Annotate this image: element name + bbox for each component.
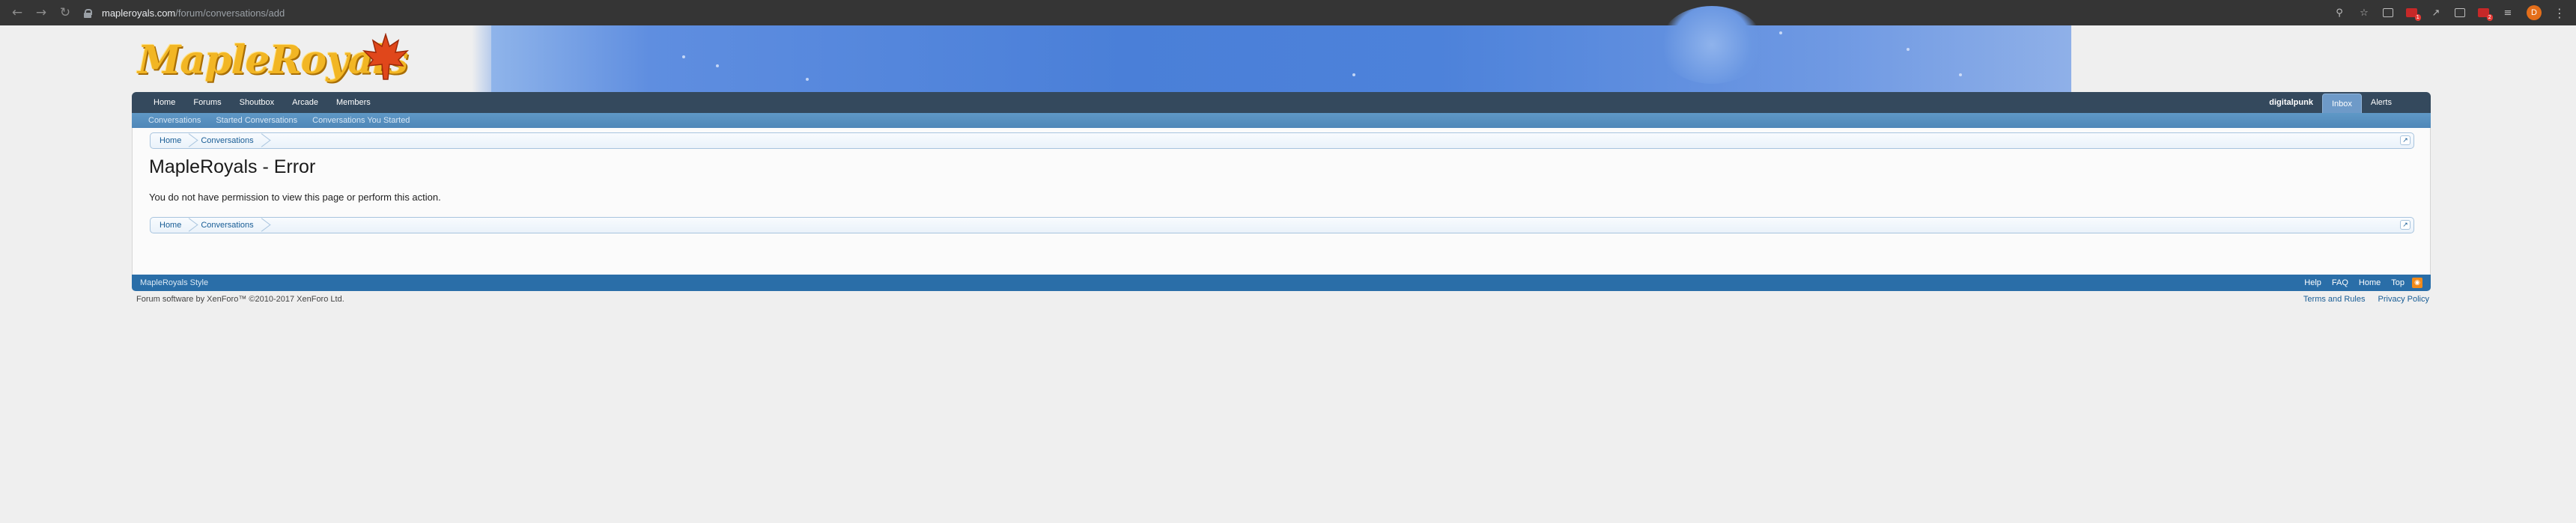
nav-user-name[interactable]: digitalpunk [2260, 92, 2322, 113]
browser-toolbar: ← → ↻ mapleroyals.com/forum/conversation… [0, 0, 2576, 25]
header-banner [472, 6, 2071, 93]
breadcrumb-home[interactable]: Home [151, 133, 192, 148]
site-header: MapleRoyals [132, 6, 2431, 93]
back-arrow-icon[interactable]: ← [9, 4, 25, 21]
page: MapleRoyals Home Forums Shoutbox Arcade … [0, 6, 2576, 523]
subnav-started-conversations[interactable]: Started Conversations [208, 116, 305, 125]
maple-leaf-icon [362, 33, 409, 80]
jump-to-icon[interactable]: ↗ [2400, 135, 2411, 145]
nav-tab-members[interactable]: Members [327, 92, 380, 113]
nav-tab-alerts[interactable]: Alerts [2362, 92, 2401, 113]
copyright-text: Forum software by XenForo™ ©2010-2017 Xe… [136, 295, 344, 304]
footer-link-help[interactable]: Help [2304, 278, 2321, 287]
jump-to-icon[interactable]: ↗ [2400, 220, 2411, 230]
sub-nav: Conversations Started Conversations Conv… [132, 113, 2431, 128]
style-chooser[interactable]: MapleRoyals Style [140, 278, 208, 287]
nav-tab-forums[interactable]: Forums [184, 92, 230, 113]
breadcrumb-top: Home Conversations ↗ [150, 132, 2414, 149]
nav-tab-shoutbox[interactable]: Shoutbox [231, 92, 283, 113]
rss-icon[interactable]: ◉ [2412, 278, 2422, 288]
breadcrumb-home[interactable]: Home [151, 218, 192, 233]
page-title: MapleRoyals - Error [149, 156, 316, 177]
site-logo[interactable]: MapleRoyals [138, 33, 452, 83]
privacy-link[interactable]: Privacy Policy [2378, 295, 2429, 304]
red-extension-icon[interactable]: 1 [2406, 8, 2421, 21]
breadcrumb-conversations[interactable]: Conversations [192, 218, 264, 233]
subnav-conversations[interactable]: Conversations [141, 116, 208, 125]
terms-link[interactable]: Terms and Rules [2303, 295, 2366, 304]
nav-tab-arcade[interactable]: Arcade [283, 92, 327, 113]
zoom-icon[interactable]: ⚲ [2333, 7, 2345, 19]
cast-icon[interactable] [2383, 8, 2393, 17]
reload-icon[interactable]: ↻ [57, 4, 73, 21]
playlist-icon[interactable]: ≡ [2502, 7, 2514, 19]
subnav-conversations-you-started[interactable]: Conversations You Started [305, 116, 417, 125]
red-badge-extension-icon[interactable]: 2 [2478, 8, 2493, 21]
star-bookmark-icon[interactable]: ☆ [2358, 7, 2370, 19]
breadcrumb-conversations[interactable]: Conversations [192, 133, 264, 148]
error-message: You do not have permission to view this … [149, 192, 441, 203]
footer-link-top[interactable]: Top [2391, 278, 2405, 287]
url-path: /forum/conversations/add [175, 7, 285, 19]
url-host: mapleroyals.com [102, 7, 176, 19]
menu-kebab-icon[interactable]: ⋮ [2554, 6, 2566, 20]
main-nav: Home Forums Shoutbox Arcade Members digi… [132, 92, 2431, 113]
footer-bar: MapleRoyals Style Help FAQ Home Top ◉ [132, 275, 2431, 291]
footer-link-faq[interactable]: FAQ [2332, 278, 2348, 287]
lock-icon [84, 8, 92, 18]
legal-row: Forum software by XenForo™ ©2010-2017 Xe… [136, 295, 2429, 304]
extensions-area: ⚲ ☆ 1 ↗ 2 ≡ D ⋮ [2333, 0, 2576, 25]
main-content: Home Conversations ↗ MapleRoyals - Error… [132, 128, 2431, 275]
address-bar[interactable]: mapleroyals.com/forum/conversations/add [84, 0, 2390, 25]
puzzle-icon[interactable] [2455, 8, 2465, 17]
profile-avatar[interactable]: D [2527, 5, 2542, 20]
nav-tab-inbox[interactable]: Inbox [2321, 94, 2362, 113]
footer-link-home[interactable]: Home [2359, 278, 2381, 287]
nav-tab-home[interactable]: Home [145, 92, 184, 113]
open-external-icon[interactable]: ↗ [2430, 7, 2442, 19]
forward-arrow-icon[interactable]: → [33, 4, 49, 21]
breadcrumb-bottom: Home Conversations ↗ [150, 217, 2414, 233]
